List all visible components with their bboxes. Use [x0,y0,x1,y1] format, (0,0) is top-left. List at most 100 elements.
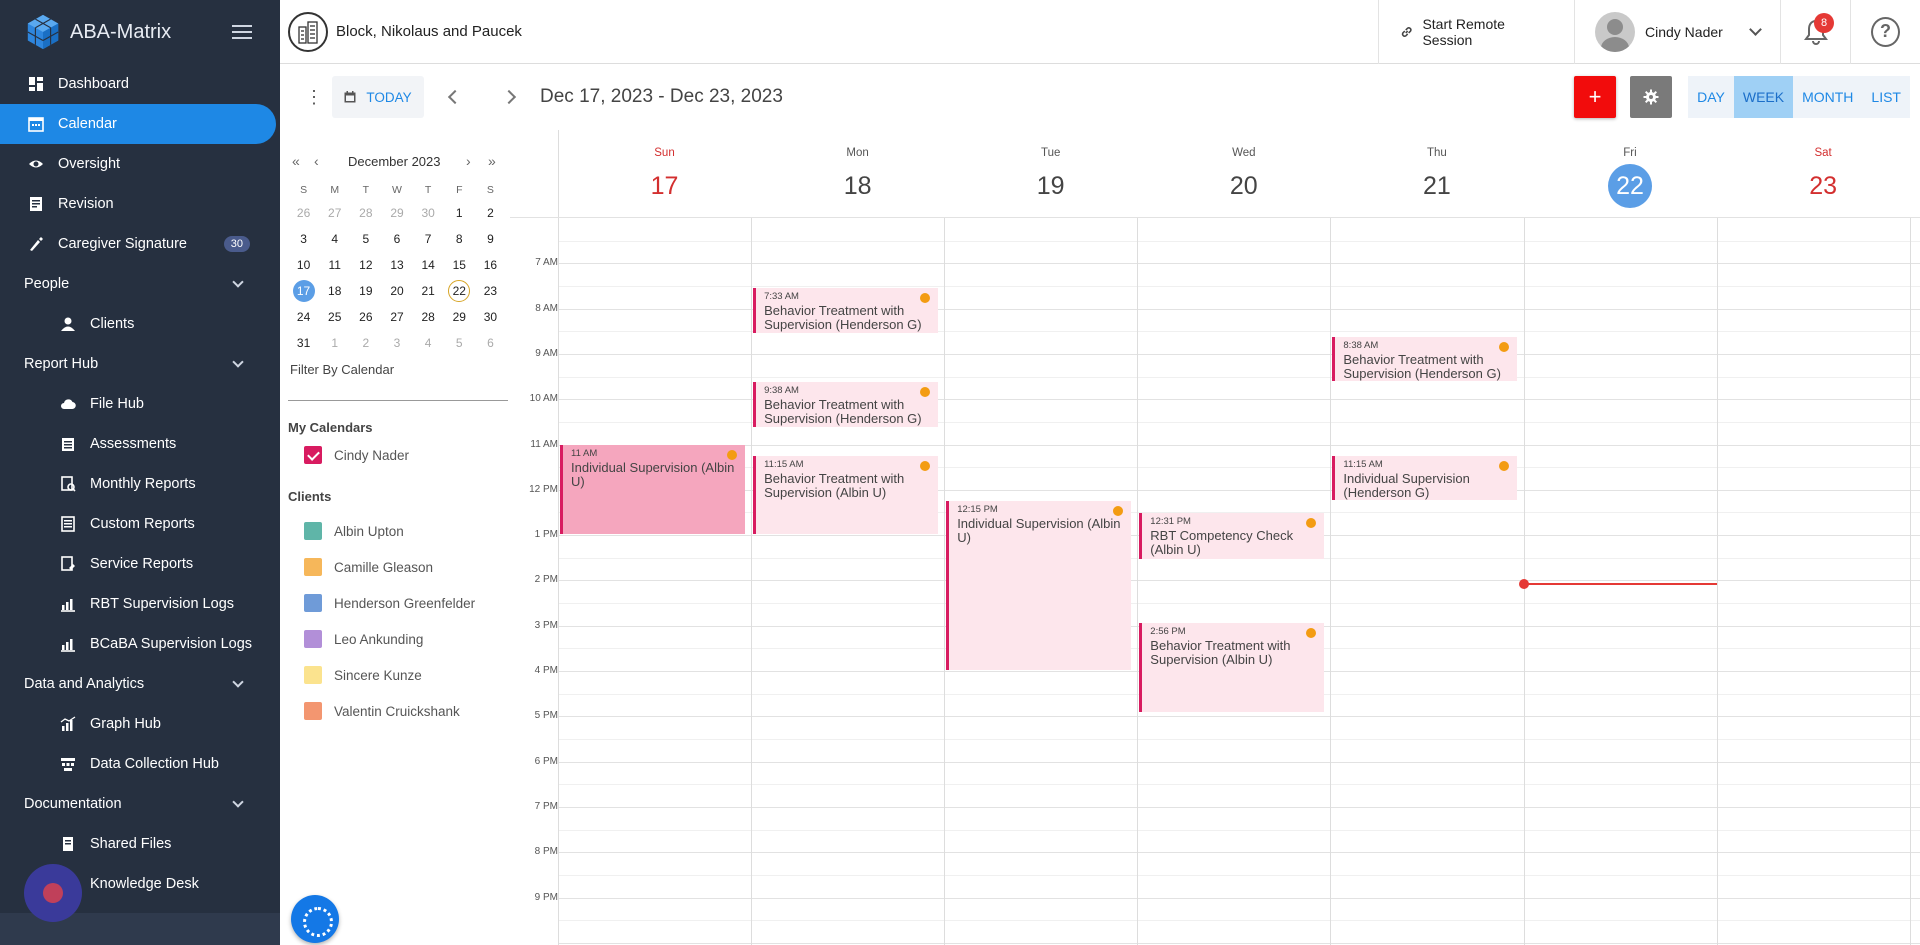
checkbox-checked-icon[interactable] [304,446,322,464]
sidebar-item-file-hub[interactable]: File Hub [0,384,280,424]
sidebar-item-data-collection-hub[interactable]: Data Collection Hub [0,744,280,784]
calendar-event[interactable]: 12:15 PM Individual Supervision (Albin U) [946,501,1132,670]
mini-calendar-day[interactable]: 23 [475,279,506,303]
view-week-button[interactable]: WEEK [1733,76,1794,118]
client-color-swatch[interactable] [304,666,322,684]
sidebar-item-dashboard[interactable]: Dashboard [0,64,280,104]
mini-calendar-day[interactable]: 31 [288,331,319,355]
next-month-icon[interactable]: › [466,153,471,169]
mini-calendar-day[interactable]: 5 [350,227,381,251]
mini-calendar-day[interactable]: 20 [381,279,412,303]
mini-calendar-day[interactable]: 21 [413,279,444,303]
view-day-button[interactable]: DAY [1688,76,1734,118]
sidebar-item-oversight[interactable]: Oversight [0,144,280,184]
mini-calendar-day[interactable]: 12 [350,253,381,277]
previous-month-icon[interactable]: ‹ [314,153,319,169]
mini-calendar-day[interactable]: 29 [381,201,412,225]
day-column-header[interactable]: Thu 21 [1340,130,1533,218]
mini-calendar-day[interactable]: 2 [475,201,506,225]
client-color-swatch[interactable] [304,630,322,648]
previous-year-icon[interactable]: « [292,153,300,169]
calendar-filter-item[interactable]: Cindy Nader [304,446,409,464]
calendar-event[interactable]: 7:33 AM Behavior Treatment with Supervisi… [753,288,939,333]
calendar-event[interactable]: 12:31 PM RBT Competency Check (Albin U) [1139,513,1325,559]
mini-calendar-day[interactable]: 26 [350,305,381,329]
sidebar-item-shared-files[interactable]: Shared Files [0,824,280,864]
sidebar-item-graph-hub[interactable]: Graph Hub [0,704,280,744]
day-column-header[interactable]: Wed 20 [1147,130,1340,218]
client-color-swatch[interactable] [304,702,322,720]
mini-calendar-day[interactable]: 15 [444,253,475,277]
mini-calendar-day[interactable]: 22 [444,279,475,303]
mini-calendar-day[interactable]: 6 [381,227,412,251]
client-color-swatch[interactable] [304,594,322,612]
mini-calendar-day[interactable]: 28 [350,201,381,225]
add-event-button[interactable]: + [1574,76,1617,118]
client-color-swatch[interactable] [304,558,322,576]
mini-calendar-day[interactable]: 27 [381,305,412,329]
accessibility-fab-icon[interactable] [291,895,339,943]
mini-calendar-day[interactable]: 17 [288,279,319,303]
mini-calendar-day[interactable]: 30 [413,201,444,225]
mini-calendar-day[interactable]: 19 [350,279,381,303]
sidebar-item-caregiver-signature[interactable]: Caregiver Signature 30 [0,224,280,264]
client-color-swatch[interactable] [304,522,322,540]
sidebar-item-assessments[interactable]: Assessments [0,424,280,464]
next-week-icon[interactable] [501,89,517,105]
sidebar-item-custom-reports[interactable]: Custom Reports [0,504,280,544]
time-grid[interactable]: 7 AM 8 AM 9 AM 10 AM 11 AM 12 PM 1 PM 2 PM 3 PM 4… [510,130,1920,945]
client-filter-item[interactable]: Albin Upton [304,522,404,540]
day-column-header[interactable]: Fri 22 [1534,130,1727,218]
mini-calendar-day[interactable]: 1 [319,331,350,355]
mini-calendar-day[interactable]: 6 [475,331,506,355]
sidebar-item-bcaba-supervision-logs[interactable]: BCaBA Supervision Logs [0,624,280,664]
client-filter-item[interactable]: Leo Ankunding [304,630,423,648]
mini-calendar-day[interactable]: 24 [288,305,319,329]
mini-calendar-day[interactable]: 10 [288,253,319,277]
sidebar-item-people[interactable]: People [0,264,280,304]
mini-calendar-day[interactable]: 5 [444,331,475,355]
mini-calendar-day[interactable]: 27 [319,201,350,225]
mini-calendar-day[interactable]: 4 [413,331,444,355]
next-year-icon[interactable]: » [488,153,496,169]
mini-calendar-day[interactable]: 9 [475,227,506,251]
previous-week-icon[interactable] [447,89,463,105]
sidebar-item-clients[interactable]: Clients [0,304,280,344]
sidebar-item-report-hub[interactable]: Report Hub [0,344,280,384]
view-month-button[interactable]: MONTH [1793,76,1862,118]
mini-calendar-day[interactable]: 29 [444,305,475,329]
mini-calendar-day[interactable]: 7 [413,227,444,251]
calendar-event[interactable]: 11 AM Individual Supervision (Albin U) [560,444,746,535]
client-filter-item[interactable]: Valentin Cruickshank [304,702,460,720]
mini-calendar-day[interactable]: 3 [288,227,319,251]
mini-calendar-day[interactable]: 4 [319,227,350,251]
calendar-event[interactable]: 2:56 PM Behavior Treatment with Supervisi… [1139,622,1325,713]
day-column-header[interactable]: Sun 17 [568,130,761,218]
mini-calendar-day[interactable]: 11 [319,253,350,277]
sidebar-item-revision[interactable]: Revision [0,184,280,224]
more-options-icon[interactable]: ⋮ [305,87,323,108]
sidebar-item-documentation[interactable]: Documentation [0,784,280,824]
sidebar-item-monthly-reports[interactable]: Monthly Reports [0,464,280,504]
calendar-event[interactable]: 8:38 AM Behavior Treatment with Supervisi… [1332,337,1518,382]
start-remote-session-button[interactable]: Start Remote Session [1378,0,1574,64]
chat-fab-icon[interactable] [24,864,82,922]
day-column-header[interactable]: Tue 19 [954,130,1147,218]
mini-calendar-day[interactable]: 8 [444,227,475,251]
mini-calendar-day[interactable]: 30 [475,305,506,329]
view-list-button[interactable]: LIST [1862,76,1910,118]
sidebar-item-rbt-supervision-logs[interactable]: RBT Supervision Logs [0,584,280,624]
mini-calendar-day[interactable]: 13 [381,253,412,277]
sidebar-item-service-reports[interactable]: Service Reports [0,544,280,584]
client-filter-item[interactable]: Henderson Greenfelder [304,594,475,612]
calendar-event[interactable]: 11:15 AM Behavior Treatment with Supervis… [753,455,939,535]
mini-calendar-day[interactable]: 16 [475,253,506,277]
sidebar-item-calendar[interactable]: Calendar [0,104,276,144]
calendar-event[interactable]: 11:15 AM Individual Supervision (Henderso… [1332,455,1518,501]
client-filter-item[interactable]: Camille Gleason [304,558,433,576]
sidebar-item-data-and-analytics[interactable]: Data and Analytics [0,664,280,704]
help-button[interactable]: ? [1850,0,1920,64]
mini-calendar-day[interactable]: 25 [319,305,350,329]
hamburger-menu-icon[interactable] [232,25,252,39]
settings-button[interactable] [1630,76,1673,118]
